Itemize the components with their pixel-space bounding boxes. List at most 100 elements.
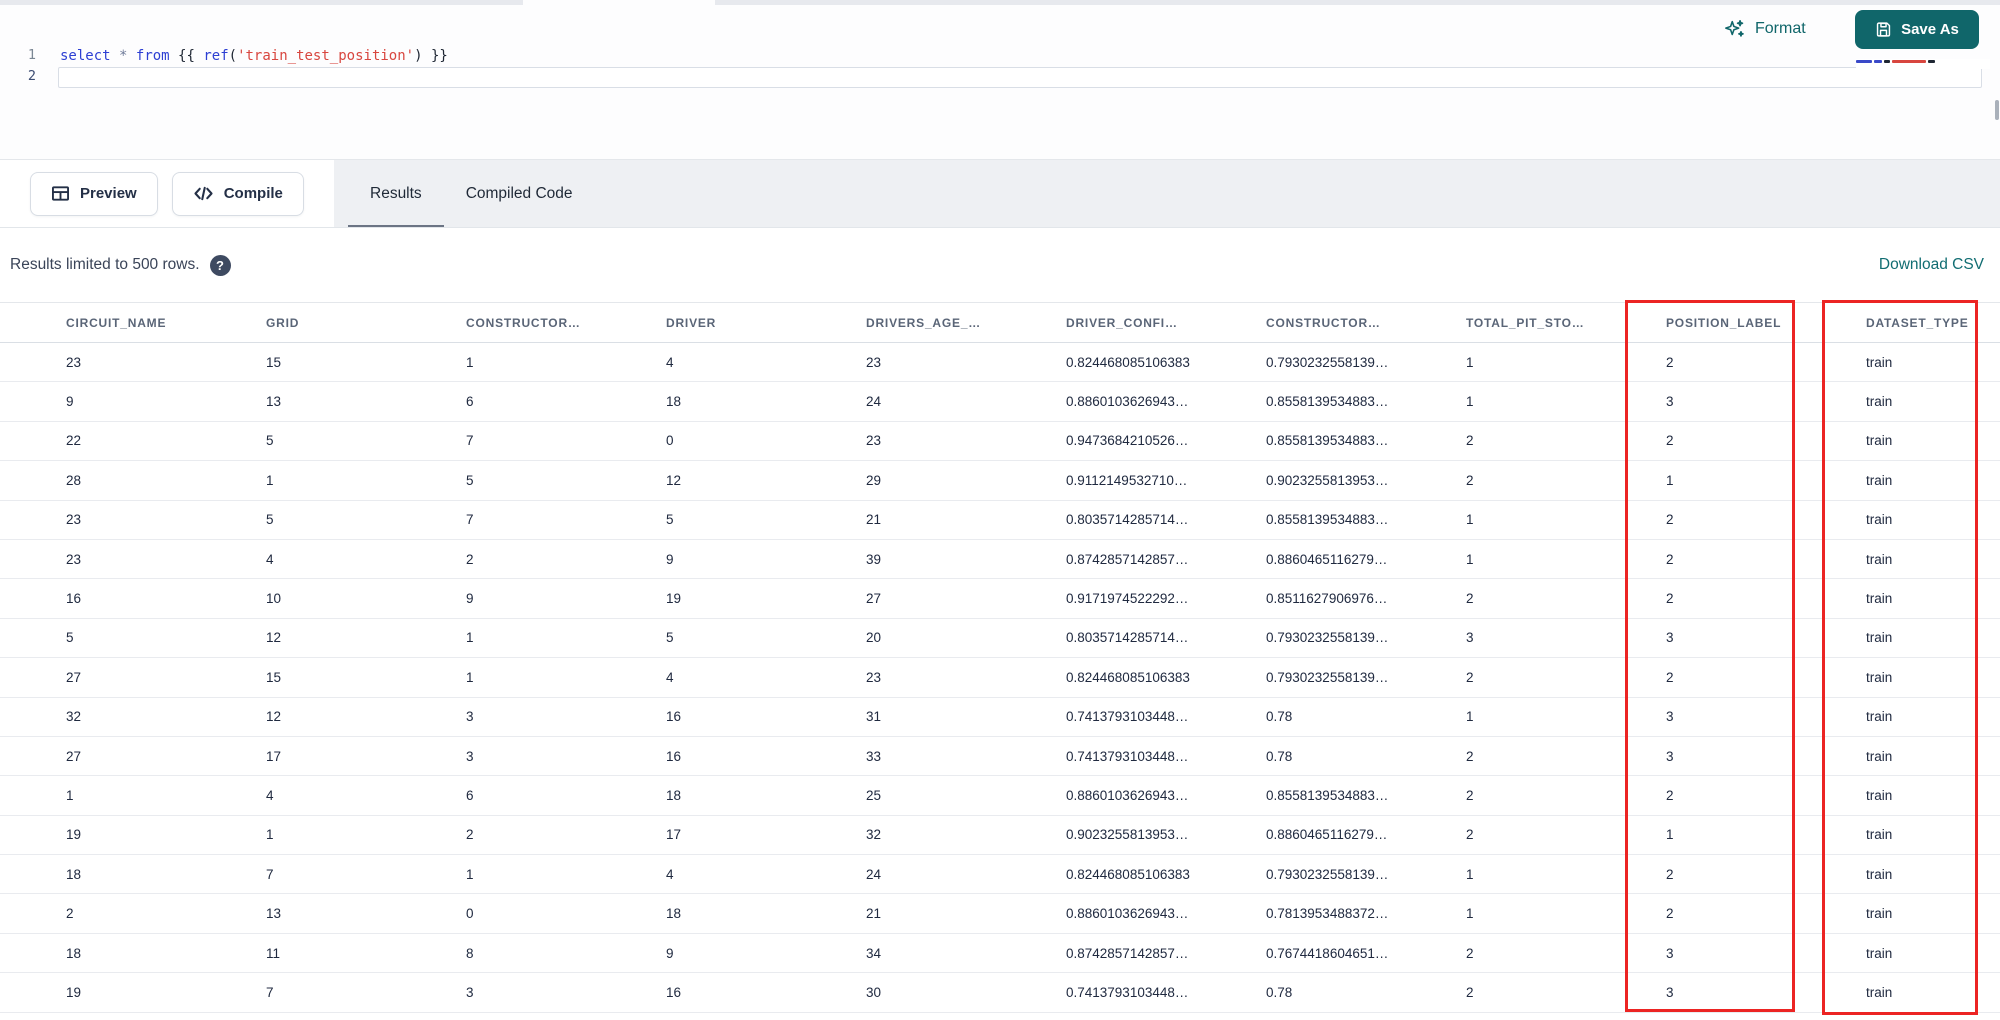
table-cell: 2: [1450, 972, 1650, 1013]
column-header: POSITION_LABEL: [1650, 302, 1850, 343]
results-table: CIRCUIT_NAME GRID CONSTRUCTOR… DRIVER DRIVER…: [0, 302, 2000, 1013]
column-header: DRIVERS_AGE_…: [850, 302, 1050, 343]
results-table-container: CIRCUIT_NAME GRID CONSTRUCTOR… DRIVER DRIVER…: [0, 302, 2000, 1013]
table-cell: 33: [850, 736, 1050, 777]
format-button[interactable]: Format: [1724, 13, 1806, 45]
format-label: Format: [1755, 20, 1806, 37]
table-cell: 7: [250, 854, 450, 895]
table-cell: 0.78: [1250, 736, 1450, 777]
table-cell: 4: [250, 775, 450, 816]
table-cell: 0.8035714285714…: [1050, 618, 1250, 659]
table-cell: 0.824468085106383: [1050, 854, 1250, 895]
table-cell: 18: [650, 775, 850, 816]
table-cell: 18: [650, 893, 850, 934]
table-row: 23 5 7 5 21 0.8035714285714… 0.8558139534883… 1…: [0, 500, 2000, 540]
table-cell: train: [1850, 657, 2000, 698]
editor-minimap[interactable]: [1856, 59, 1990, 69]
table-row: 32 12 3 16 31 0.7413793103448… 0.78 1 3 train: [0, 697, 2000, 737]
download-csv-link[interactable]: Download CSV: [1879, 256, 1990, 274]
toolbar-buttons: Preview Compile: [0, 160, 334, 227]
table-cell: 3: [1650, 697, 1850, 737]
save-as-button[interactable]: Save As: [1855, 10, 1979, 49]
table-cell: 2: [450, 539, 650, 580]
sql-editor[interactable]: 1 2 select * from {{ ref('train_test_pos…: [0, 5, 2000, 160]
table-cell: 2: [1450, 421, 1650, 462]
table-cell: 2: [1450, 460, 1650, 501]
table-cell: 0.9023255813953…: [1250, 460, 1450, 501]
table-cell: 5: [250, 500, 450, 540]
table-cell: 0.8558139534883…: [1250, 381, 1450, 422]
table-cell: 2: [1650, 775, 1850, 816]
table-cell: 1: [1450, 854, 1650, 895]
table-cell: 0.824468085106383: [1050, 657, 1250, 698]
table-cell: 1: [1450, 697, 1650, 737]
table-cell: 29: [850, 460, 1050, 501]
editor-scrollbar[interactable]: [1995, 100, 1999, 120]
table-cell: 0.9473684210526…: [1050, 421, 1250, 462]
table-cell: 22: [0, 421, 250, 462]
table-cell: 16: [650, 736, 850, 777]
table-cell: 19: [650, 578, 850, 619]
results-toolbar: Preview Compile Results Compiled Code: [0, 160, 2000, 228]
sparkles-icon: [1724, 18, 1746, 40]
table-cell: 1: [0, 775, 250, 816]
code-token: }}: [422, 48, 448, 64]
code-line[interactable]: select * from {{ ref('train_test_positio…: [60, 46, 448, 66]
column-header: CONSTRUCTOR…: [450, 302, 650, 343]
table-cell: 2: [1650, 657, 1850, 698]
table-cell: 2: [1450, 815, 1650, 856]
table-cell: 0.9171974522292…: [1050, 578, 1250, 619]
column-header: CIRCUIT_NAME: [0, 302, 250, 343]
compile-button[interactable]: Compile: [171, 171, 304, 216]
table-cell: train: [1850, 697, 2000, 737]
table-cell: 11: [250, 933, 450, 974]
table-cell: 0.8860465116279…: [1250, 815, 1450, 856]
code-token: ): [414, 48, 423, 64]
table-cell: 3: [450, 972, 650, 1013]
compile-label: Compile: [223, 185, 283, 202]
table-cell: 12: [250, 697, 450, 737]
code-icon: [193, 185, 214, 202]
table-cell: 6: [450, 775, 650, 816]
table-cell: 23: [850, 421, 1050, 462]
table-cell: 1: [250, 815, 450, 856]
table-row: 28 1 5 12 29 0.9112149532710… 0.9023255813953……: [0, 460, 2000, 501]
table-cell: 0.8511627906976…: [1250, 578, 1450, 619]
line-number-1: 1: [27, 47, 36, 63]
table-cell: 8: [450, 933, 650, 974]
table-row: 22 5 7 0 23 0.9473684210526… 0.8558139534883… 2…: [0, 421, 2000, 462]
table-header-row: CIRCUIT_NAME GRID CONSTRUCTOR… DRIVER DRIVER…: [0, 302, 2000, 343]
table-cell: 0.824468085106383: [1050, 342, 1250, 383]
table-cell: 2: [1650, 854, 1850, 895]
table-cell: 1: [1450, 500, 1650, 540]
table-cell: 0.7930232558139…: [1250, 854, 1450, 895]
table-cell: 3: [1450, 618, 1650, 659]
table-cell: 0.8742857142857…: [1050, 933, 1250, 974]
help-icon[interactable]: ?: [209, 254, 231, 276]
table-cell: 0.7413793103448…: [1050, 736, 1250, 777]
column-header: DRIVER_CONFI…: [1050, 302, 1250, 343]
table-cell: 23: [0, 539, 250, 580]
table-cell: 5: [450, 460, 650, 501]
table-cell: train: [1850, 539, 2000, 580]
tab-results[interactable]: Results: [348, 160, 444, 227]
table-cell: 19: [0, 972, 250, 1013]
results-info-bar: Results limited to 500 rows. ? Download …: [0, 228, 2000, 302]
code-token: ref: [203, 48, 229, 64]
table-cell: 21: [850, 500, 1050, 540]
table-cell: 1: [450, 342, 650, 383]
tab-compiled-code[interactable]: Compiled Code: [444, 160, 595, 227]
table-cell: 2: [1450, 933, 1650, 974]
table-cell: 0.8742857142857…: [1050, 539, 1250, 580]
table-cell: 0.9023255813953…: [1050, 815, 1250, 856]
column-header: GRID: [250, 302, 450, 343]
table-cell: train: [1850, 578, 2000, 619]
table-cell: train: [1850, 342, 2000, 383]
table-cell: 12: [250, 618, 450, 659]
table-cell: 3: [450, 697, 650, 737]
preview-button[interactable]: Preview: [30, 171, 158, 216]
table-cell: 2: [1650, 342, 1850, 383]
table-cell: 0.8558139534883…: [1250, 500, 1450, 540]
editor-cursor-line[interactable]: [58, 67, 1982, 88]
